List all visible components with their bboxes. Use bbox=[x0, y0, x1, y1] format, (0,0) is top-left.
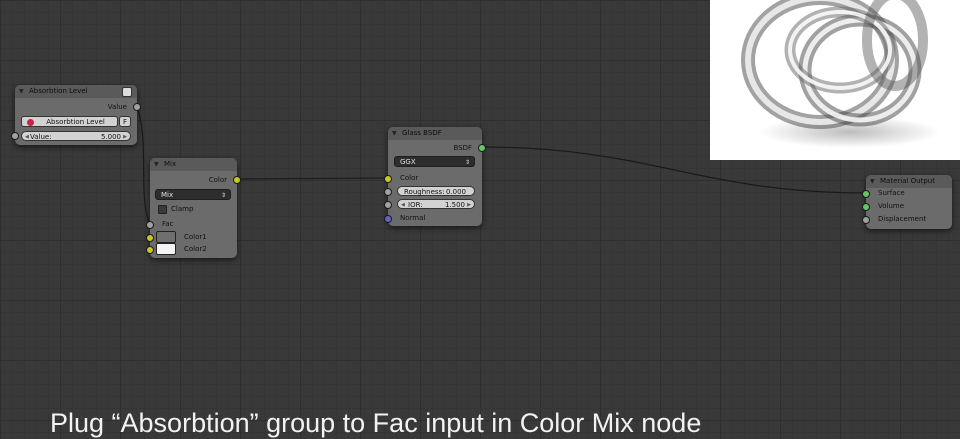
value-label: Value: bbox=[30, 133, 52, 141]
color1-input-socket[interactable] bbox=[146, 234, 154, 242]
color-label: Color bbox=[400, 174, 419, 182]
link-value-to-fac bbox=[135, 103, 150, 224]
render-preview bbox=[710, 0, 960, 160]
value-number: 5.000 bbox=[100, 133, 121, 141]
fac-input-socket[interactable] bbox=[146, 221, 154, 229]
output-label: BSDF bbox=[453, 144, 472, 152]
color2-label: Color2 bbox=[184, 245, 207, 253]
output-label: Value bbox=[107, 103, 127, 111]
fake-user-label: F bbox=[123, 118, 128, 126]
roughness-input-socket[interactable] bbox=[384, 188, 392, 196]
displacement-label: Displacement bbox=[878, 215, 927, 223]
displacement-input-socket[interactable] bbox=[862, 216, 870, 224]
collapse-arrow-icon[interactable]: ▼ bbox=[870, 175, 875, 188]
color1-swatch[interactable] bbox=[156, 231, 176, 243]
roughness-label: Roughness: bbox=[404, 188, 445, 196]
node-header[interactable]: ▼ Mix bbox=[150, 158, 237, 171]
glass-knot-render bbox=[741, 0, 940, 148]
value-input-socket[interactable] bbox=[11, 132, 19, 140]
clamp-checkbox[interactable] bbox=[158, 205, 167, 214]
color-input-socket[interactable] bbox=[384, 175, 392, 183]
group-datablock-selector[interactable]: Absorbtion Level bbox=[21, 116, 118, 127]
blend-mode-dropdown[interactable]: Mix ⇕ bbox=[155, 189, 231, 200]
volume-input-socket[interactable] bbox=[862, 203, 870, 211]
color-output-socket[interactable] bbox=[233, 176, 241, 184]
node-title: Absorbtion Level bbox=[29, 87, 88, 95]
output-label: Color bbox=[208, 176, 227, 184]
roughness-field[interactable]: Roughness: 0.000 bbox=[397, 186, 475, 196]
surface-input-socket[interactable] bbox=[862, 190, 870, 198]
dropdown-arrows-icon: ⇕ bbox=[464, 159, 470, 166]
fake-user-button[interactable]: F bbox=[119, 116, 131, 127]
group-icon[interactable] bbox=[122, 87, 132, 97]
value-output-socket[interactable] bbox=[133, 103, 141, 111]
ior-value: 1.500 bbox=[444, 201, 465, 209]
color2-swatch[interactable] bbox=[156, 243, 176, 255]
absorption-level-node[interactable]: ▼ Absorbtion Level Value Absorbtion Leve… bbox=[11, 85, 141, 145]
ior-input-socket[interactable] bbox=[384, 201, 392, 209]
dropdown-arrows-icon: ⇕ bbox=[220, 192, 226, 199]
surface-label: Surface bbox=[878, 189, 905, 197]
normal-label: Normal bbox=[400, 214, 426, 222]
link-color-to-color bbox=[236, 177, 389, 180]
roughness-value: 0.000 bbox=[445, 188, 466, 196]
fac-label: Fac bbox=[162, 220, 174, 228]
decrement-arrow-icon[interactable]: ◀ bbox=[401, 200, 405, 210]
material-output-node[interactable]: ▼ Material Output Surface Volume Displac… bbox=[862, 175, 952, 229]
increment-arrow-icon[interactable]: ▶ bbox=[467, 200, 471, 210]
ior-label: IOR: bbox=[408, 201, 423, 209]
distribution-dropdown[interactable]: GGX ⇕ bbox=[394, 156, 475, 167]
mix-node[interactable]: ▼ Mix Color Mix ⇕ Clamp Fac Color1 Color… bbox=[146, 158, 241, 258]
distribution-value: GGX bbox=[400, 158, 416, 166]
node-title: Mix bbox=[164, 160, 177, 168]
increment-arrow-icon[interactable]: ▶ bbox=[123, 132, 127, 142]
color2-input-socket[interactable] bbox=[146, 246, 154, 254]
group-name: Absorbtion Level bbox=[46, 118, 105, 126]
normal-input-socket[interactable] bbox=[384, 215, 392, 223]
node-editor-canvas[interactable]: ▼ Absorbtion Level Value Absorbtion Leve… bbox=[0, 0, 960, 438]
node-header[interactable]: ▼ Absorbtion Level bbox=[15, 85, 137, 98]
clamp-label: Clamp bbox=[171, 205, 194, 213]
blend-mode-value: Mix bbox=[161, 191, 174, 199]
node-group-icon bbox=[27, 118, 34, 126]
collapse-arrow-icon[interactable]: ▼ bbox=[19, 85, 24, 98]
volume-label: Volume bbox=[878, 202, 905, 210]
bsdf-output-socket[interactable] bbox=[478, 144, 486, 152]
node-title: Material Output bbox=[880, 177, 935, 185]
color1-label: Color1 bbox=[184, 233, 207, 241]
collapse-arrow-icon[interactable]: ▼ bbox=[392, 127, 397, 140]
value-field[interactable]: ◀ Value: 5.000 ▶ bbox=[21, 131, 131, 141]
collapse-arrow-icon[interactable]: ▼ bbox=[154, 158, 159, 171]
glass-bsdf-node[interactable]: ▼ Glass BSDF BSDF GGX ⇕ Color Roughness:… bbox=[384, 127, 486, 226]
tutorial-caption: Plug “Absorbtion” group to Fac input in … bbox=[50, 408, 702, 438]
node-title: Glass BSDF bbox=[402, 129, 442, 137]
node-header[interactable]: ▼ Glass BSDF bbox=[388, 127, 482, 140]
ior-field[interactable]: ◀ IOR: 1.500 ▶ bbox=[397, 199, 475, 209]
decrement-arrow-icon[interactable]: ◀ bbox=[25, 132, 29, 142]
